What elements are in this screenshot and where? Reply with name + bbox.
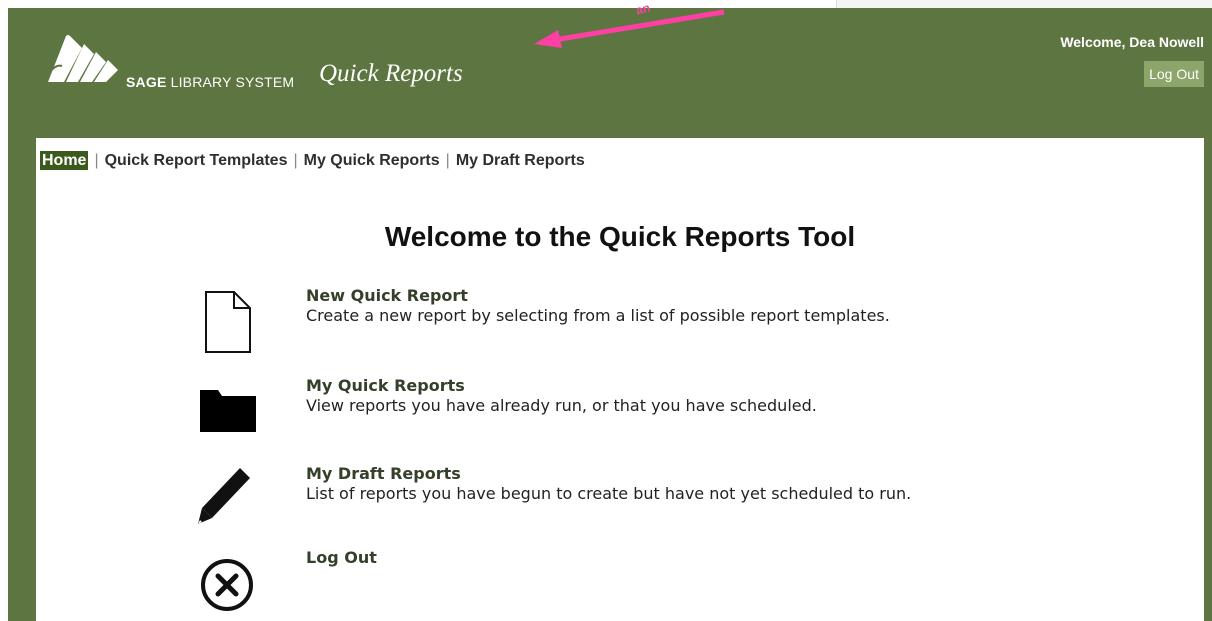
- pencil-icon: [198, 468, 250, 524]
- content-panel: Home | Quick Report Templates | My Quick Rep…: [36, 138, 1204, 621]
- nav-item-home[interactable]: Home: [40, 151, 89, 170]
- menu-item-title[interactable]: My Quick Reports: [306, 376, 465, 395]
- menu-item-description: Create a new report by selecting from a …: [306, 306, 890, 325]
- nav-item-quick-report-templates[interactable]: Quick Report Templates: [105, 152, 288, 169]
- menu-item-description: View reports you have already run, or th…: [306, 396, 817, 415]
- close-circle-icon: [201, 559, 253, 611]
- menu-item-title[interactable]: Log Out: [306, 548, 377, 567]
- page-title: Welcome to the Quick Reports Tool: [384, 221, 856, 252]
- welcome-text: Welcome, Dea Nowell: [1060, 34, 1204, 50]
- nav-item-my-draft-reports[interactable]: My Draft Reports: [456, 152, 585, 169]
- menu-item-description: List of reports you have begun to create…: [306, 484, 912, 503]
- logout-button[interactable]: Log Out: [1144, 61, 1204, 87]
- menu-item-title[interactable]: My Draft Reports: [306, 464, 461, 483]
- document-icon: [205, 291, 251, 353]
- page-frame: SAGE LIBRARY SYSTEM Quick Reports Welcom…: [8, 0, 1212, 621]
- nav-item-my-quick-reports[interactable]: My Quick Reports: [304, 152, 440, 169]
- brand-name: SAGE LIBRARY SYSTEM: [126, 74, 295, 90]
- header: SAGE LIBRARY SYSTEM Quick Reports Welcom…: [8, 0, 1212, 138]
- menu-item-title[interactable]: New Quick Report: [306, 286, 468, 305]
- sage-logo-icon: [48, 35, 118, 82]
- app-title: Quick Reports: [319, 60, 463, 87]
- nav-bar: Home | Quick Report Templates | My Quick Rep…: [40, 151, 585, 170]
- folder-icon: [200, 390, 256, 432]
